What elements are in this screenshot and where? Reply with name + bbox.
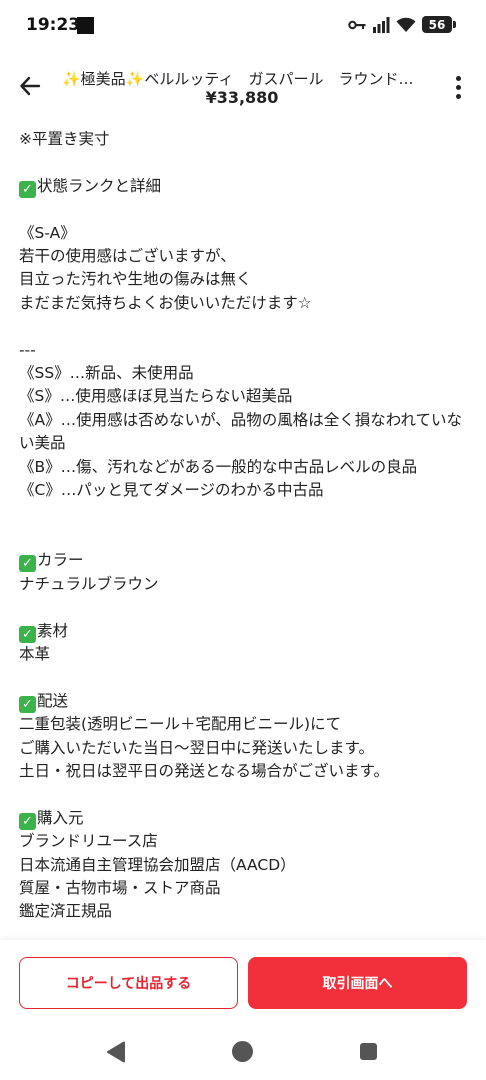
description-text: 素材 — [37, 621, 69, 640]
status-bar: 19:23 56 — [0, 0, 486, 52]
check-mark-icon: ✓ — [19, 812, 36, 830]
description-text: 日本流通自主管理協会加盟店（AACD） — [19, 855, 296, 874]
description-line — [19, 198, 469, 221]
check-mark-icon: ✓ — [19, 695, 36, 713]
description-text: 《B》…傷、汚れなどがある一般的な中古品レベルの良品 — [19, 457, 418, 476]
description-text: 《SS》…新品、未使用品 — [19, 364, 194, 383]
description-line: 鑑定済正規品 — [19, 900, 469, 923]
description-text: 配送 — [37, 691, 69, 710]
item-description: ※平置き実寸 ✓ 状態ランクと詳細 《S-A》 若干の使用感はございますが、 目立った… — [19, 128, 469, 924]
description-line: 《SS》…新品、未使用品 — [19, 362, 469, 385]
description-text: 《S-A》 — [19, 223, 76, 242]
app-header: ✨極美品✨ベルルッティ ガスパール ラウンドジッ… ¥33,880 — [0, 56, 486, 118]
description-text: --- — [19, 340, 36, 359]
description-line: ナチュラルブラウン — [19, 573, 469, 596]
description-text: ご購入いただいた当日〜翌日中に発送いたします。 — [19, 738, 374, 757]
description-line: 日本流通自主管理協会加盟店（AACD） — [19, 854, 469, 877]
description-text: 状態ランクと詳細 — [37, 176, 162, 195]
description-text: ※平置き実寸 — [19, 130, 110, 148]
description-text: 《A》…使用感は否めないが、品物の風格は全く損なわれていない美品 — [19, 410, 463, 453]
check-mark-icon: ✓ — [19, 625, 36, 643]
description-text: カラー — [37, 551, 84, 570]
description-line: 《B》…傷、汚れなどがある一般的な中古品レベルの良品 — [19, 456, 469, 479]
description-line: 《S》…使用感ほぼ見当たらない超美品 — [19, 385, 469, 408]
section-heading: ✓ 素材 — [19, 620, 469, 643]
description-text: 鑑定済正規品 — [19, 902, 113, 921]
signal-icon — [373, 16, 390, 33]
description-text: ナチュラルブラウン — [19, 574, 159, 593]
description-line: まだまだ気持ちよくお使いいただけます☆ — [19, 292, 469, 315]
section-heading: ✓ カラー — [19, 549, 469, 573]
description-line: ブランドリユース店 — [19, 830, 469, 853]
description-line — [19, 315, 469, 338]
description-line: 《A》…使用感は否めないが、品物の風格は全く損なわれていない美品 — [19, 409, 469, 456]
description-line: 《C》…パッと見てダメージのわかる中古品 — [19, 479, 469, 502]
action-bar: コピーして出品する 取引画面へ — [0, 940, 486, 1026]
description-line: 本革 — [19, 643, 469, 666]
item-price: ¥33,880 — [205, 88, 279, 107]
description-text: 若干の使用感はございますが、 — [19, 247, 236, 266]
description-line — [19, 666, 469, 689]
battery-icon: 56 — [422, 16, 456, 33]
status-icons: 56 — [348, 16, 456, 33]
system-nav-bar — [0, 1026, 486, 1080]
description-text: 質屋・古物市場・ストア商品 — [19, 879, 221, 897]
nav-recents-icon[interactable] — [360, 1043, 377, 1060]
more-dot-icon — [455, 75, 461, 81]
description-line: 若干の使用感はございますが、 — [19, 245, 469, 268]
description-line: --- — [19, 339, 469, 362]
nav-back-icon[interactable] — [106, 1041, 126, 1063]
description-line: 《S-A》 — [19, 222, 469, 245]
item-title: ✨極美品✨ベルルッティ ガスパール ラウンドジッ… — [62, 70, 422, 88]
description-text: 本革 — [19, 644, 51, 663]
description-line: 目立った汚れや生地の傷みは無く — [19, 268, 469, 291]
description-text: ブランドリユース店 — [19, 832, 158, 851]
more-dot-icon — [455, 84, 461, 90]
copy-and-list-button[interactable]: コピーして出品する — [19, 957, 238, 1009]
more-dot-icon — [455, 93, 461, 99]
description-line — [19, 596, 469, 619]
description-line — [19, 151, 469, 174]
description-line: 土日・祝日は翌平日の発送となる場合がございます。 — [19, 760, 469, 783]
check-mark-icon: ✓ — [19, 180, 36, 198]
description-text: 土日・祝日は翌平日の発送となる場合がございます。 — [19, 761, 389, 780]
section-heading: ✓ 購入元 — [19, 807, 469, 830]
description-line — [19, 503, 469, 526]
description-line: ご購入いただいた当日〜翌日中に発送いたします。 — [19, 737, 469, 760]
description-line — [19, 783, 469, 806]
battery-level: 56 — [428, 17, 446, 32]
status-time: 19:23 — [26, 15, 81, 35]
arrow-left-icon — [20, 76, 41, 96]
description-line: 二重包装(透明ビニール＋宅配用ビニール)にて — [19, 713, 469, 736]
description-text: 購入元 — [37, 808, 84, 827]
description-text: まだまだ気持ちよくお使いいただけます☆ — [19, 293, 312, 312]
check-mark-icon: ✓ — [19, 555, 36, 573]
section-heading: ✓ 状態ランクと詳細 — [19, 175, 469, 198]
description-text: 二重包装(透明ビニール＋宅配用ビニール)にて — [19, 715, 342, 734]
description-line: ※平置き実寸 — [19, 128, 469, 151]
wifi-icon — [396, 17, 416, 32]
key-icon — [348, 20, 366, 29]
more-options-button[interactable] — [446, 70, 470, 104]
nav-home-icon[interactable] — [232, 1041, 253, 1062]
description-text: 《C》…パッと見てダメージのわかる中古品 — [19, 481, 324, 500]
section-heading: ✓ 配送 — [19, 690, 469, 713]
notification-icon — [77, 17, 94, 34]
trade-screen-button[interactable]: 取引画面へ — [248, 957, 467, 1009]
description-line — [19, 526, 469, 549]
description-text: 《S》…使用感ほぼ見当たらない超美品 — [19, 387, 293, 406]
description-line: 質屋・古物市場・ストア商品 — [19, 877, 469, 900]
back-button[interactable] — [14, 70, 46, 102]
description-text: 目立った汚れや生地の傷みは無く — [19, 270, 252, 289]
